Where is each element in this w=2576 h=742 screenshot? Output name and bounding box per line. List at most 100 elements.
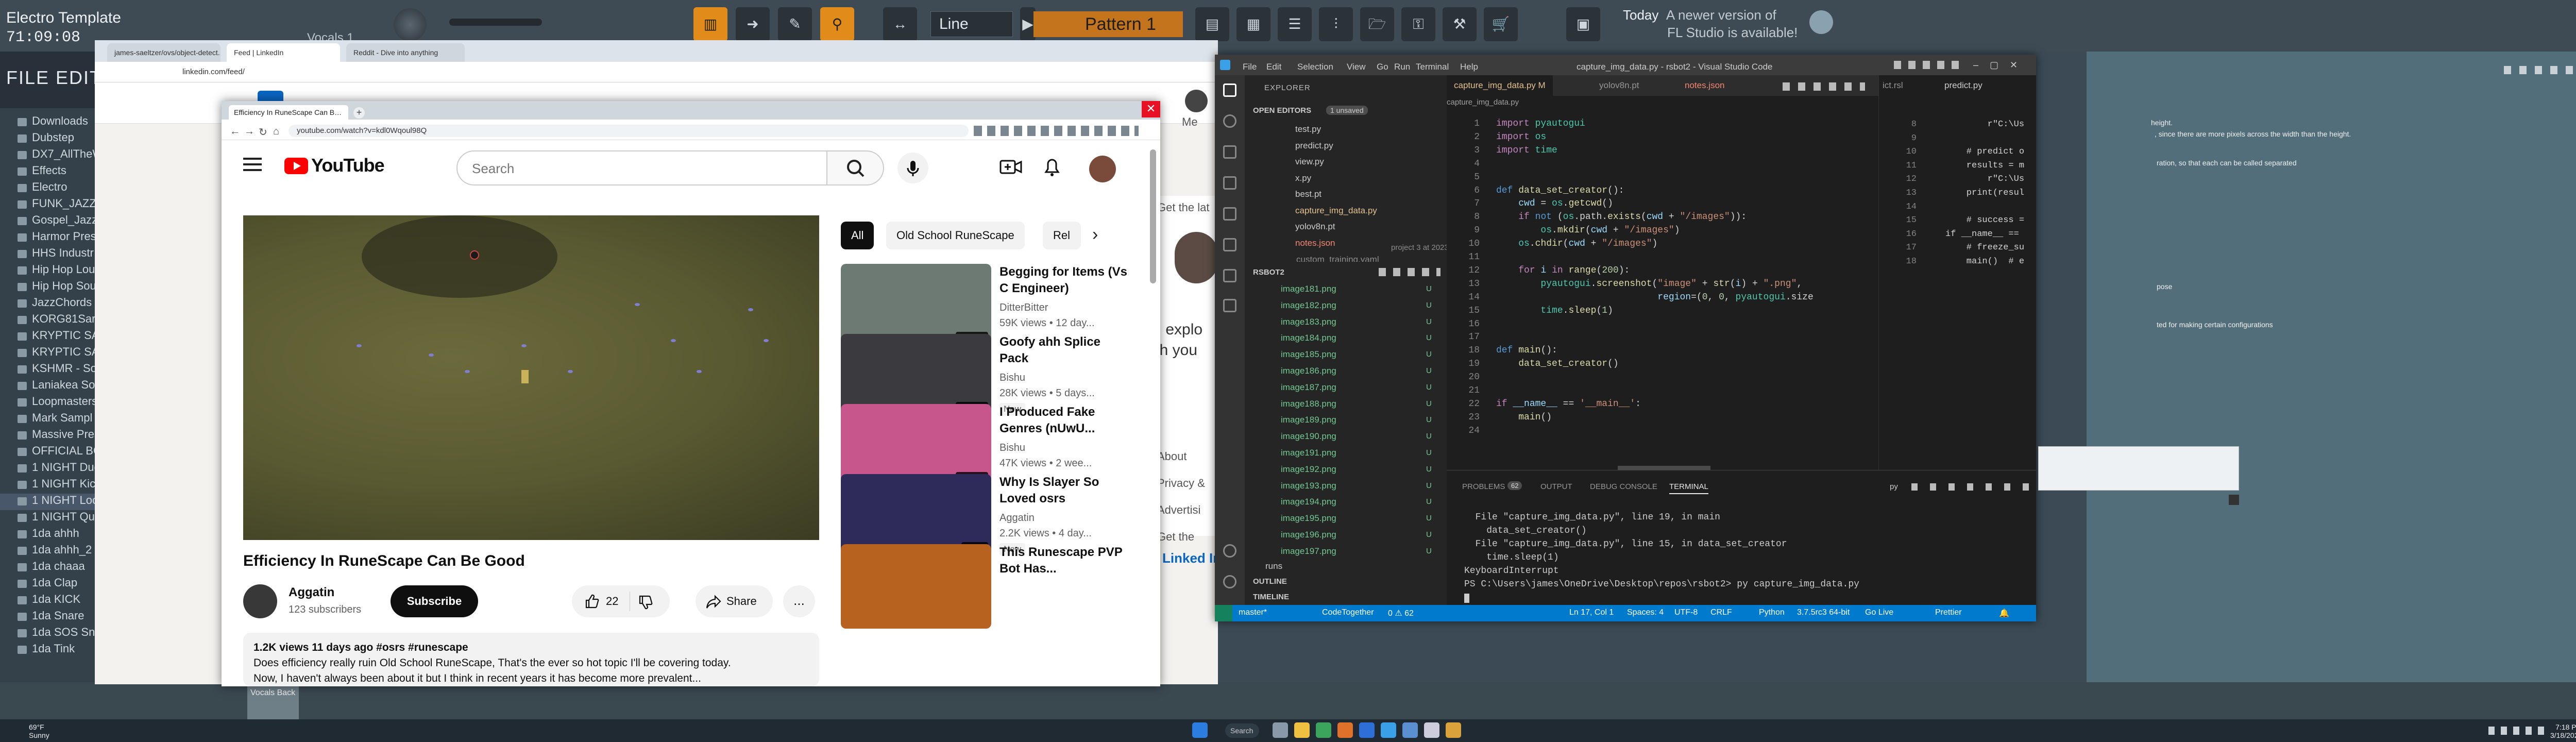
fl-browser-icon[interactable]: 🗁: [1360, 7, 1394, 41]
footer-link[interactable]: Privacy &: [1157, 470, 1205, 497]
fl-browser-item[interactable]: 1da Tink: [0, 642, 98, 659]
fl-browser-item[interactable]: Mark Sampl: [0, 411, 98, 428]
recommended-title[interactable]: Goofy ahh Splice Pack: [999, 334, 1128, 367]
code-line[interactable]: import pyautogui: [1496, 119, 1585, 129]
voice-search-button[interactable]: [897, 153, 928, 183]
recommended-title[interactable]: Begging for Items (Vs C Engineer): [999, 264, 1128, 297]
code-line[interactable]: for i in range(200):: [1496, 265, 1630, 276]
task-view-icon[interactable]: [1273, 722, 1288, 738]
fl-news-panel[interactable]: Today A newer version of FL Studio is ava…: [1623, 6, 1798, 41]
code-line[interactable]: results = m: [1945, 161, 2024, 171]
recommended-channel[interactable]: Bishu: [999, 442, 1025, 454]
reload-icon[interactable]: ↻: [259, 126, 267, 139]
fl-pencil-icon[interactable]: ✎: [778, 7, 812, 41]
fl-browser-item[interactable]: KRYPTIC SAM: [0, 345, 98, 362]
window-controls[interactable]: –▢✕: [1973, 60, 2029, 71]
fl-tool-icon[interactable]: ⚒: [1443, 7, 1477, 41]
open-editor-item[interactable]: view.py: [1275, 154, 1445, 170]
menu-file[interactable]: File: [1243, 62, 1257, 72]
indentation[interactable]: Spaces: 4: [1627, 608, 1664, 617]
project-section[interactable]: RSBOT2: [1253, 268, 1284, 277]
tab-capture-img-data[interactable]: capture_img_data.py M: [1447, 75, 1553, 96]
recommended-channel[interactable]: DitterBitter: [999, 302, 1048, 314]
like-button[interactable]: 22: [572, 585, 670, 617]
avatar[interactable]: [1089, 156, 1116, 182]
linkedin-me-menu[interactable]: Me: [1182, 115, 1198, 129]
taskbar-clock[interactable]: 7:18 PM3/18/2023: [2550, 723, 2576, 739]
weather-widget[interactable]: 69°F Sunny: [29, 723, 49, 739]
fl-browser-item[interactable]: HHS Industr: [0, 246, 98, 263]
tab-yolov8n[interactable]: yolov8n.pt: [1592, 75, 1647, 96]
fl-browser-item[interactable]: KORG81Sar: [0, 312, 98, 329]
terminal-shell-select[interactable]: py: [1890, 482, 1898, 491]
avatar[interactable]: [243, 584, 277, 618]
open-editor-item[interactable]: x.py: [1275, 171, 1445, 186]
code-line[interactable]: import os: [1496, 132, 1546, 142]
fl-browser-item[interactable]: Gospel_Jazz: [0, 213, 98, 230]
file-item[interactable]: image185.png U: [1281, 347, 1446, 362]
menu-selection[interactable]: Selection: [1297, 62, 1333, 72]
text-input-box[interactable]: [2038, 446, 2239, 491]
fl-browser-item[interactable]: Downloads: [0, 114, 98, 131]
file-item[interactable]: image195.png U: [1281, 511, 1446, 526]
outline-section[interactable]: OUTLINE: [1253, 577, 1287, 586]
menu-terminal[interactable]: Terminal: [1416, 62, 1449, 72]
fl-mixer-icon[interactable]: ⫶: [1319, 7, 1353, 41]
fl-channel-rack-icon[interactable]: ☰: [1278, 7, 1312, 41]
fl-browser-item[interactable]: Loopmasters: [0, 395, 98, 411]
fl-browser-item[interactable]: KRYPTIC SAN: [0, 329, 98, 345]
code-line[interactable]: print(resul: [1945, 188, 2024, 198]
remote-explorer-icon[interactable]: [1223, 238, 1236, 251]
browser-tab[interactable]: james-saeltzer/ovs/object-detect...: [107, 43, 221, 62]
recommended-title[interactable]: Why Is Slayer So Loved osrs: [999, 474, 1128, 507]
folder-runs[interactable]: runs: [1265, 559, 1282, 574]
file-item[interactable]: image186.png U: [1281, 363, 1446, 379]
footer-link[interactable]: Advertisi: [1157, 497, 1205, 524]
browser-tab-active[interactable]: Efficiency In RuneScape Can Be G: [229, 105, 348, 120]
editor-scrollbar[interactable]: [1618, 466, 1710, 470]
fl-playlist-icon[interactable]: ▤: [1195, 7, 1229, 41]
fl-browser-item[interactable]: 1da ahhh_2: [0, 543, 98, 560]
notifications-icon[interactable]: [1043, 157, 1061, 177]
menu-edit[interactable]: Edit: [1266, 62, 1281, 72]
fl-snap-icon[interactable]: ↔: [883, 7, 917, 41]
recommended-channel[interactable]: Bishu: [999, 372, 1025, 384]
globe-icon[interactable]: [1809, 10, 1833, 34]
system-tray-icons[interactable]: [2488, 727, 2545, 735]
code-line[interactable]: if __name__ == '__main__':: [1496, 399, 1641, 409]
file-custom-training[interactable]: custom_training.yaml: [1296, 255, 1379, 262]
fl-browser-item[interactable]: 1da chaaa: [0, 560, 98, 576]
tab-debug-console[interactable]: DEBUG CONSOLE: [1590, 482, 1657, 491]
code-line[interactable]: r"C:\Us: [1945, 174, 2024, 184]
footer-link[interactable]: Get the: [1157, 524, 1205, 550]
fl-browser-item[interactable]: OFFICIAL BO: [0, 444, 98, 461]
close-icon[interactable]: ✕: [1142, 101, 1160, 117]
chip-all[interactable]: All: [841, 222, 874, 249]
code-line[interactable]: if __name__ ==: [1945, 229, 2019, 239]
file-item[interactable]: image194.png U: [1281, 494, 1446, 510]
open-editor-item[interactable]: capture_img_data.pyM: [1275, 203, 1463, 218]
codetogether-status[interactable]: CodeTogether: [1322, 608, 1374, 617]
file-item[interactable]: image190.png U: [1281, 429, 1446, 444]
back-icon[interactable]: ←: [230, 126, 240, 138]
tab-notes-json[interactable]: notes.json: [1677, 75, 1732, 96]
vscode-icon[interactable]: [1381, 722, 1396, 738]
fl-cart-icon[interactable]: 🛒: [1484, 7, 1518, 41]
fl-browser-item[interactable]: Electro: [0, 180, 98, 197]
tab-predict-py[interactable]: predict.py: [1937, 75, 1990, 96]
prettier[interactable]: Prettier: [1935, 608, 1962, 617]
explorer-actions[interactable]: [1379, 268, 1440, 276]
file-item[interactable]: image193.png U: [1281, 478, 1446, 494]
chip-related[interactable]: Rel: [1043, 222, 1081, 249]
app-icon[interactable]: [1446, 722, 1461, 738]
code-line[interactable]: main() # e: [1945, 257, 2024, 266]
code-line[interactable]: # freeze_su: [1945, 243, 2024, 252]
code-line[interactable]: os.mkdir(cwd + "/images"): [1496, 225, 1680, 235]
fl-browser-item[interactable]: 1da Snare: [0, 609, 98, 626]
search-icon[interactable]: [1223, 114, 1236, 128]
fl-browser-item[interactable]: Dubstep: [0, 131, 98, 147]
fl-studio-icon[interactable]: [1337, 722, 1353, 738]
scrollbar[interactable]: [1150, 149, 1156, 283]
encoding[interactable]: UTF-8: [1674, 608, 1698, 617]
search-input[interactable]: Search: [456, 150, 827, 185]
